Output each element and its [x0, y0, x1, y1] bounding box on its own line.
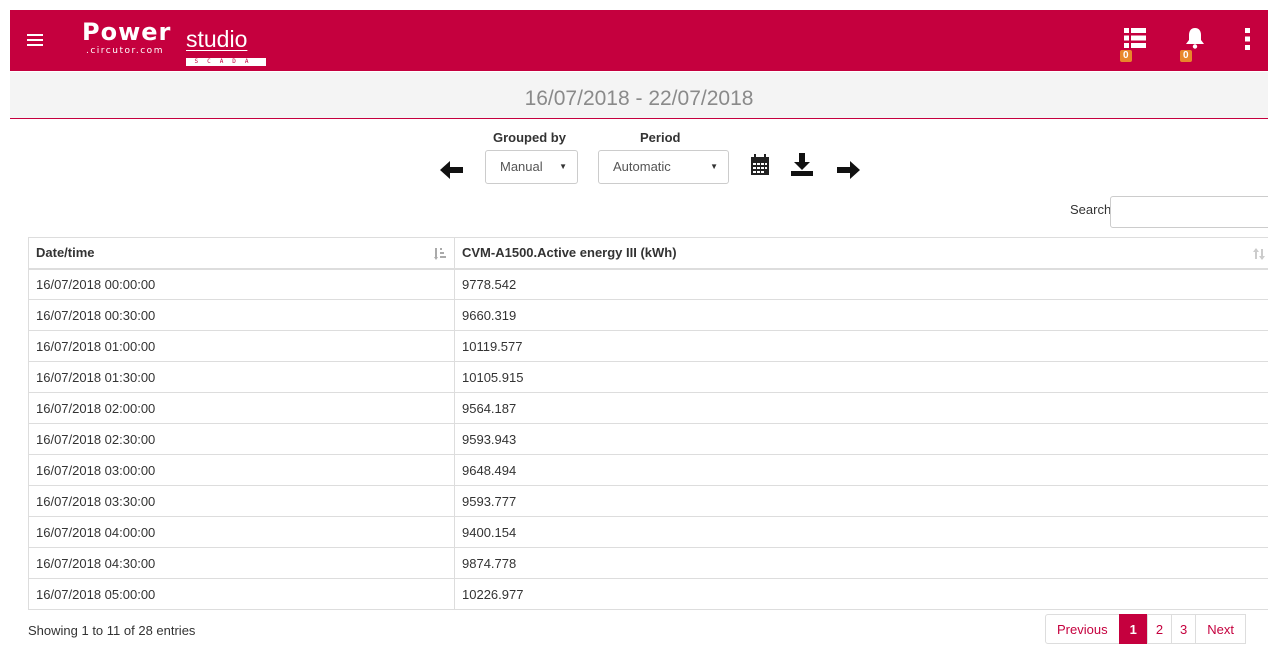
- arrow-right-icon[interactable]: [836, 160, 860, 183]
- table-row: 16/07/2018 03:30:009593.777: [29, 486, 1268, 517]
- cell-datetime: 16/07/2018 00:30:00: [29, 300, 455, 331]
- table-row: 16/07/2018 05:00:0010226.977: [29, 579, 1268, 610]
- grouped-by-value: Manual: [500, 159, 543, 174]
- period-value: Automatic: [613, 159, 671, 174]
- cell-datetime: 16/07/2018 03:00:00: [29, 455, 455, 486]
- events-list-icon[interactable]: 0: [1124, 27, 1150, 53]
- table-info: Showing 1 to 11 of 28 entries: [28, 623, 195, 638]
- cell-value: 10105.915: [455, 362, 1268, 393]
- cell-datetime: 16/07/2018 01:00:00: [29, 331, 455, 362]
- cell-datetime: 16/07/2018 02:30:00: [29, 424, 455, 455]
- sort-icon: [1253, 248, 1265, 263]
- column-header-datetime[interactable]: Date/time: [29, 238, 455, 269]
- events-badge: 0: [1120, 50, 1132, 62]
- cell-value: 9874.778: [455, 548, 1268, 579]
- logo-power: Power: [82, 18, 171, 46]
- top-bar: Power studio .circutor.com SCADA 0 0: [10, 10, 1268, 71]
- table-row: 16/07/2018 02:30:009593.943: [29, 424, 1268, 455]
- alarms-badge: 0: [1180, 50, 1192, 62]
- cell-value: 9564.187: [455, 393, 1268, 424]
- table-row: 16/07/2018 00:00:009778.542: [29, 269, 1268, 300]
- table-row: 16/07/2018 01:00:0010119.577: [29, 331, 1268, 362]
- cell-value: 9593.777: [455, 486, 1268, 517]
- cell-value: 10119.577: [455, 331, 1268, 362]
- more-vertical-icon[interactable]: [1244, 27, 1256, 53]
- pagination: Previous 1 2 3 Next: [1046, 614, 1246, 644]
- cell-datetime: 16/07/2018 05:00:00: [29, 579, 455, 610]
- cell-datetime: 16/07/2018 01:30:00: [29, 362, 455, 393]
- download-icon[interactable]: [791, 153, 813, 180]
- cell-value: 9648.494: [455, 455, 1268, 486]
- cell-datetime: 16/07/2018 03:30:00: [29, 486, 455, 517]
- grouped-by-select[interactable]: Manual ▼: [485, 150, 578, 184]
- search-label: Search: [1070, 202, 1111, 217]
- chevron-down-icon: ▼: [710, 151, 718, 183]
- menu-icon[interactable]: [27, 34, 43, 47]
- table-row: 16/07/2018 04:00:009400.154: [29, 517, 1268, 548]
- period-label: Period: [640, 130, 680, 145]
- chevron-down-icon: ▼: [559, 151, 567, 183]
- page-2-button[interactable]: 2: [1147, 614, 1172, 644]
- column-header-active-energy[interactable]: CVM-A1500.Active energy III (kWh): [455, 238, 1268, 269]
- next-button[interactable]: Next: [1195, 614, 1246, 644]
- table-row: 16/07/2018 03:00:009648.494: [29, 455, 1268, 486]
- page-1-button[interactable]: 1: [1119, 614, 1148, 644]
- bell-icon[interactable]: 0: [1184, 27, 1210, 53]
- date-range-title: 16/07/2018 - 22/07/2018: [10, 72, 1268, 119]
- logo-circutor: .circutor.com: [86, 46, 164, 56]
- page-3-button[interactable]: 3: [1171, 614, 1196, 644]
- logo-scada: SCADA: [186, 58, 266, 66]
- cell-datetime: 16/07/2018 04:30:00: [29, 548, 455, 579]
- period-select[interactable]: Automatic ▼: [598, 150, 729, 184]
- cell-datetime: 16/07/2018 02:00:00: [29, 393, 455, 424]
- table-row: 16/07/2018 01:30:0010105.915: [29, 362, 1268, 393]
- grouped-by-label: Grouped by: [493, 130, 566, 145]
- table-row: 16/07/2018 02:00:009564.187: [29, 393, 1268, 424]
- logo: Power studio .circutor.com SCADA: [82, 18, 282, 64]
- calendar-icon[interactable]: [750, 154, 770, 179]
- cell-value: 9660.319: [455, 300, 1268, 331]
- cell-value: 9778.542: [455, 269, 1268, 300]
- cell-value: 9400.154: [455, 517, 1268, 548]
- table-row: 16/07/2018 04:30:009874.778: [29, 548, 1268, 579]
- search-input[interactable]: [1110, 196, 1268, 228]
- logo-studio: studio: [186, 26, 247, 52]
- cell-datetime: 16/07/2018 04:00:00: [29, 517, 455, 548]
- sort-asc-icon: [434, 248, 446, 263]
- cell-datetime: 16/07/2018 00:00:00: [29, 269, 455, 300]
- previous-button[interactable]: Previous: [1045, 614, 1120, 644]
- data-table: Date/time CVM-A1500.Active energy III (k…: [28, 237, 1268, 610]
- arrow-left-icon[interactable]: [440, 160, 464, 183]
- cell-value: 10226.977: [455, 579, 1268, 610]
- table-row: 16/07/2018 00:30:009660.319: [29, 300, 1268, 331]
- table-header-row: Date/time CVM-A1500.Active energy III (k…: [29, 238, 1268, 269]
- cell-value: 9593.943: [455, 424, 1268, 455]
